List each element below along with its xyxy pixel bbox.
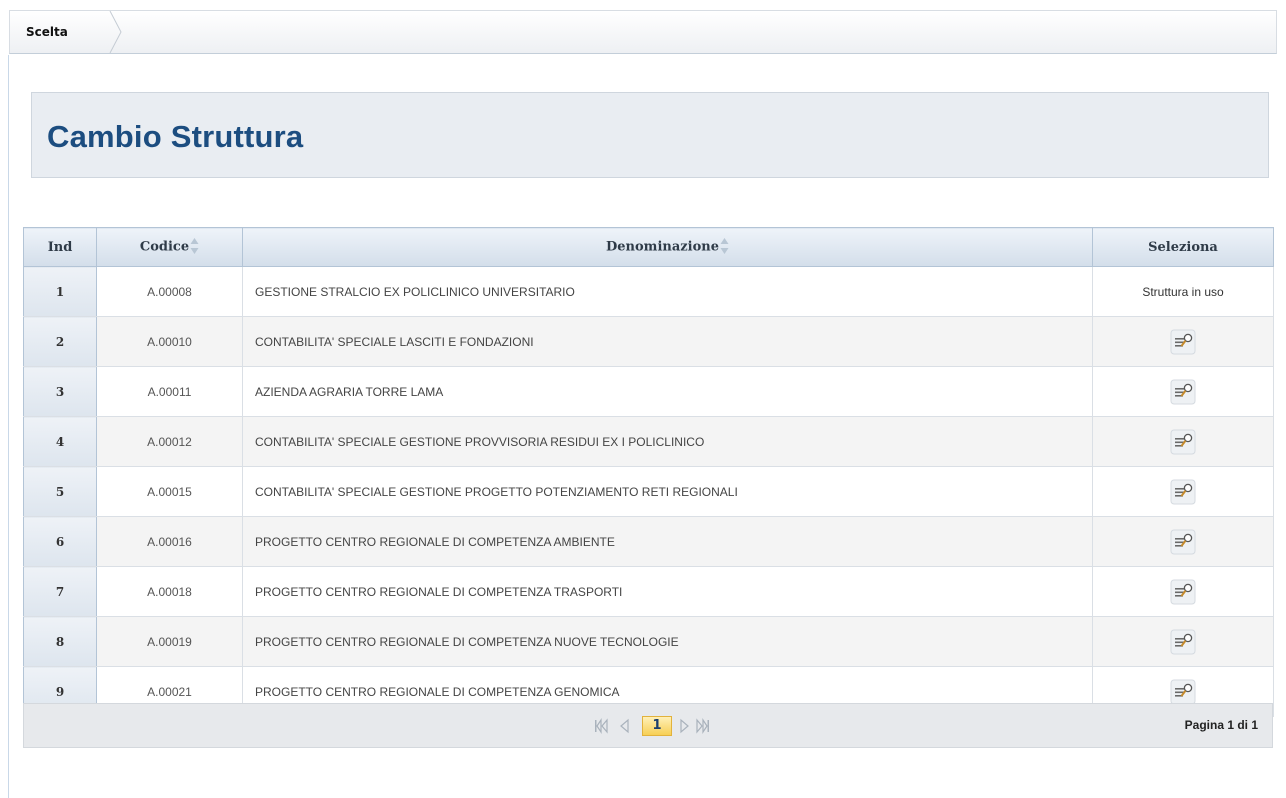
select-record-icon[interactable]	[1170, 479, 1196, 505]
cell-denominazione: CONTABILITA' SPECIALE GESTIONE PROVVISOR…	[242, 416, 1093, 467]
cell-denominazione: AZIENDA AGRARIA TORRE LAMA	[242, 366, 1093, 417]
cell-codice: A.00008	[96, 266, 243, 317]
sort-arrows-icon	[190, 238, 199, 254]
cell-ind: 3	[23, 366, 97, 417]
strutture-table: Ind Codice Denominazione Seleziona 1 A.00…	[23, 227, 1274, 717]
cell-seleziona	[1092, 316, 1274, 367]
table-row: 4 A.00012 CONTABILITA' SPECIALE GESTIONE P…	[23, 416, 1274, 467]
column-header-codice[interactable]: Codice	[96, 227, 243, 267]
table-row: 3 A.00011 AZIENDA AGRARIA TORRE LAMA	[23, 366, 1274, 417]
column-header-seleziona: Seleziona	[1092, 227, 1274, 267]
column-header-label: Denominazione	[606, 239, 719, 255]
table-row: 1 A.00008 GESTIONE STRALCIO EX POLICLINICO…	[23, 266, 1274, 317]
select-record-icon[interactable]	[1170, 429, 1196, 455]
cell-seleziona: Struttura in uso	[1092, 266, 1274, 317]
column-header-denominazione[interactable]: Denominazione	[242, 227, 1093, 267]
breadcrumb-separator-icon	[109, 11, 122, 53]
cell-seleziona	[1092, 416, 1274, 467]
page-title: Cambio Struttura	[47, 119, 304, 154]
cell-denominazione: CONTABILITA' SPECIALE GESTIONE PROGETTO …	[242, 466, 1093, 517]
current-page-button[interactable]: 1	[642, 716, 672, 736]
table-row: 8 A.00019 PROGETTO CENTRO REGIONALE DI COM…	[23, 616, 1274, 667]
cell-codice: A.00015	[96, 466, 243, 517]
cell-seleziona	[1092, 516, 1274, 567]
left-border	[8, 55, 9, 798]
pager: 1 Pagina 1 di 1	[23, 703, 1273, 748]
cell-ind: 7	[23, 566, 97, 617]
cell-seleziona	[1092, 566, 1274, 617]
cell-ind: 1	[23, 266, 97, 317]
first-page-icon[interactable]	[593, 718, 609, 734]
column-header-label: Seleziona	[1148, 239, 1218, 255]
select-record-icon[interactable]	[1170, 629, 1196, 655]
cell-ind: 5	[23, 466, 97, 517]
page-info: Pagina 1 di 1	[1184, 718, 1258, 732]
cell-denominazione: PROGETTO CENTRO REGIONALE DI COMPETENZA …	[242, 616, 1093, 667]
select-record-icon[interactable]	[1170, 529, 1196, 555]
select-record-icon[interactable]	[1170, 379, 1196, 405]
next-page-icon[interactable]	[677, 718, 693, 734]
cell-denominazione: PROGETTO CENTRO REGIONALE DI COMPETENZA …	[242, 566, 1093, 617]
cell-seleziona	[1092, 366, 1274, 417]
current-structure-label: Struttura in uso	[1142, 284, 1224, 299]
page-header: Cambio Struttura	[31, 92, 1269, 178]
table-row: 7 A.00018 PROGETTO CENTRO REGIONALE DI COM…	[23, 566, 1274, 617]
select-record-icon[interactable]	[1170, 679, 1196, 705]
cell-seleziona	[1092, 616, 1274, 667]
column-header-ind: Ind	[23, 227, 97, 267]
column-header-label: Codice	[139, 239, 190, 255]
sort-arrows-icon	[720, 238, 729, 254]
cell-denominazione: PROGETTO CENTRO REGIONALE DI COMPETENZA …	[242, 516, 1093, 567]
cell-codice: A.00019	[96, 616, 243, 667]
breadcrumb: Scelta	[9, 10, 1277, 54]
cell-codice: A.00012	[96, 416, 243, 467]
select-record-icon[interactable]	[1170, 329, 1196, 355]
cell-codice: A.00010	[96, 316, 243, 367]
cell-seleziona	[1092, 466, 1274, 517]
table-header-row: Ind Codice Denominazione Seleziona	[23, 227, 1274, 267]
cell-ind: 6	[23, 516, 97, 567]
previous-page-icon[interactable]	[616, 718, 632, 734]
table-row: 6 A.00016 PROGETTO CENTRO REGIONALE DI COM…	[23, 516, 1274, 567]
cell-codice: A.00016	[96, 516, 243, 567]
breadcrumb-item-scelta[interactable]: Scelta	[10, 11, 114, 53]
cell-ind: 2	[23, 316, 97, 367]
cell-ind: 4	[23, 416, 97, 467]
cell-codice: A.00018	[96, 566, 243, 617]
cell-denominazione: GESTIONE STRALCIO EX POLICLINICO UNIVERS…	[242, 266, 1093, 317]
cell-denominazione: CONTABILITA' SPECIALE LASCITI E FONDAZIO…	[242, 316, 1093, 367]
cell-ind: 8	[23, 616, 97, 667]
table-row: 5 A.00015 CONTABILITA' SPECIALE GESTIONE P…	[23, 466, 1274, 517]
select-record-icon[interactable]	[1170, 579, 1196, 605]
column-header-label: Ind	[47, 239, 73, 255]
cell-codice: A.00011	[96, 366, 243, 417]
breadcrumb-item-label: Scelta	[26, 25, 68, 39]
table-row: 2 A.00010 CONTABILITA' SPECIALE LASCITI E …	[23, 316, 1274, 367]
last-page-icon[interactable]	[695, 718, 711, 734]
